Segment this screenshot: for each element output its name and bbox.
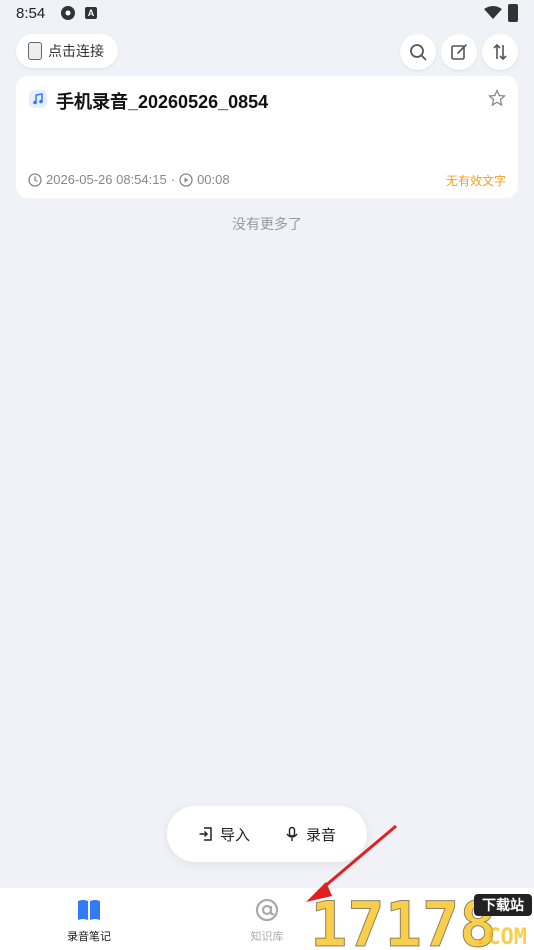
audio-file-icon [29,90,47,108]
book-icon [78,900,100,920]
settings-icon [61,6,75,20]
tab-label: 知识库 [250,931,284,943]
record-button[interactable]: 录音 [284,824,336,845]
recording-meta: 2026-05-26 08:54:15 · 00:08 [28,172,230,187]
clock-icon [28,172,42,187]
play-icon [179,172,193,187]
recording-card[interactable]: 手机录音_20260526_0854 2026-05-26 08:54:15 ·… [16,76,518,198]
tab-recording-notes[interactable]: 录音笔记 [49,896,129,944]
recorder-device-icon [28,42,42,60]
list-end-text: 没有更多了 [232,216,302,232]
search-icon [410,44,427,61]
recording-duration: 00:08 [197,172,230,187]
action-bar: 导入 录音 [167,806,367,862]
record-label: 录音 [305,826,336,844]
meta-separator: · [170,172,176,187]
connect-label: 点击连接 [48,43,104,59]
transcript-status: 无有效文字 [445,174,506,188]
at-icon [255,898,279,922]
microphone-icon [286,826,298,841]
status-bar: 8:54 A [0,0,534,28]
sort-button[interactable] [482,34,518,70]
import-label: 导入 [219,826,250,844]
battery-icon [508,4,518,22]
bottom-navigation: 录音笔记 知识库 [0,887,534,950]
recording-datetime: 2026-05-26 08:54:15 [46,172,167,187]
a-icon: A [85,7,97,19]
import-icon [199,827,212,841]
edit-icon [451,44,467,60]
connect-button[interactable]: 点击连接 [16,34,118,68]
edit-button[interactable] [441,34,477,70]
star-icon[interactable] [488,89,506,107]
tab-label: 录音笔记 [67,931,111,943]
tab-knowledge-base[interactable]: 知识库 [227,896,307,944]
import-button[interactable]: 导入 [198,824,250,845]
recording-title: 手机录音_20260526_0854 [56,92,269,112]
status-time: 8:54 [16,5,46,22]
search-button[interactable] [400,34,436,70]
sort-icon [493,43,507,61]
wifi-icon [484,6,502,19]
